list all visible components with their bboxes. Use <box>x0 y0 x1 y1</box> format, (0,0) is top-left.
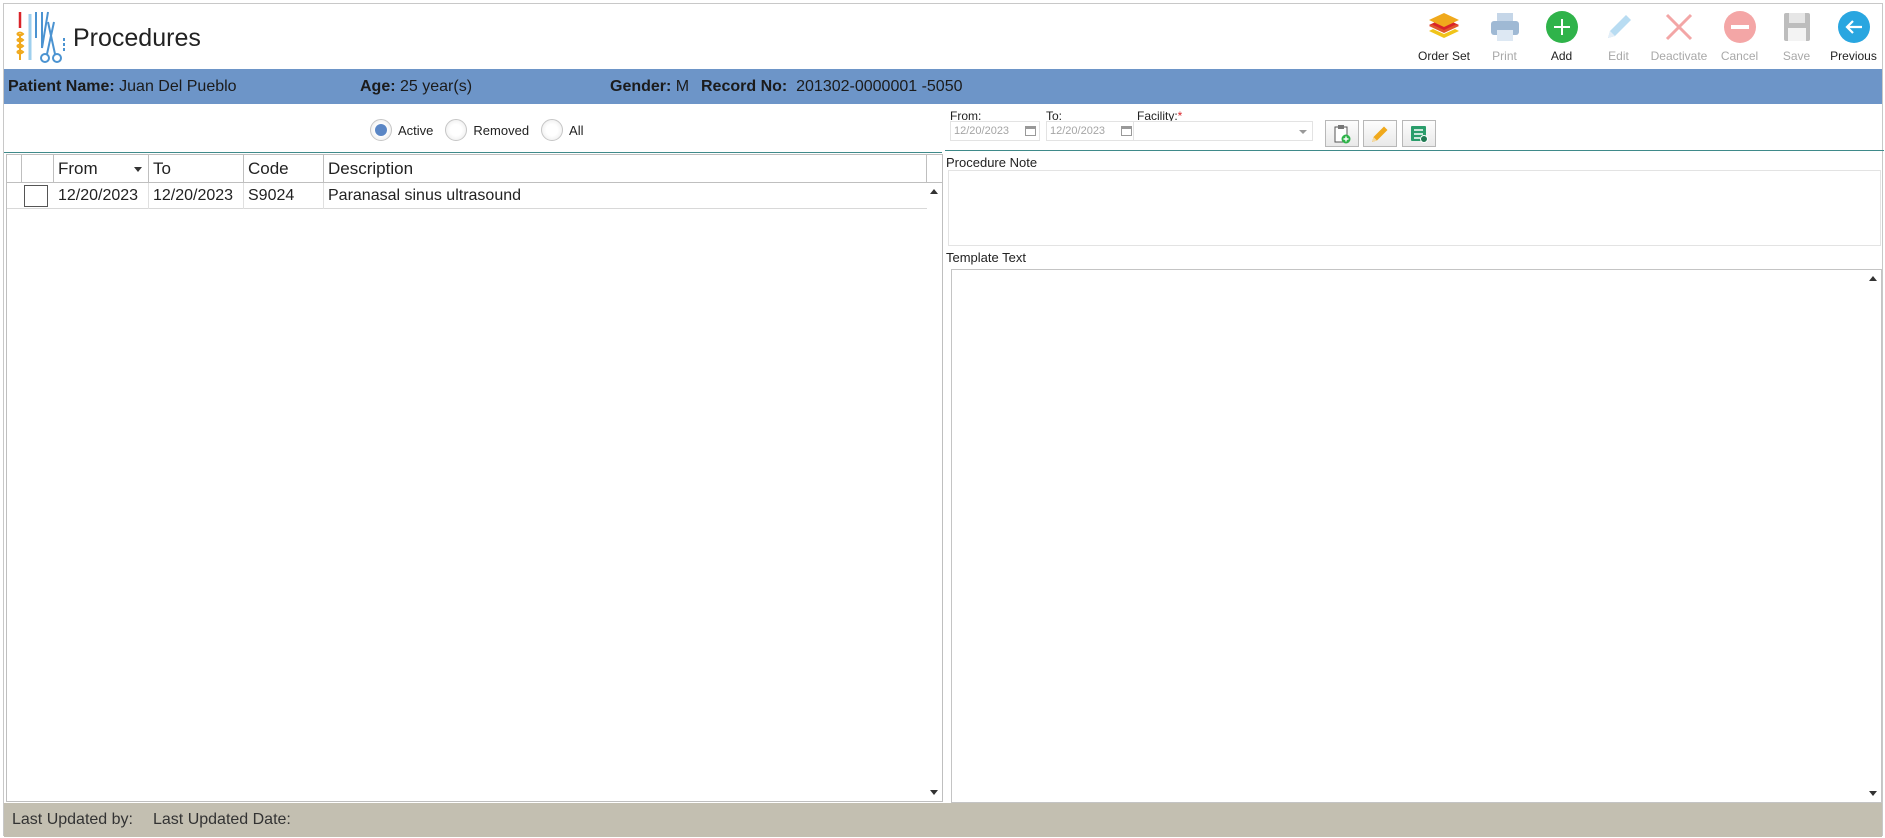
patient-name-value: Juan Del Pueblo <box>119 78 237 95</box>
previous-button[interactable]: Previous <box>1825 8 1882 68</box>
template-text-label: Template Text <box>946 250 1026 265</box>
scroll-up-arrow-icon[interactable] <box>1869 276 1877 281</box>
add-note-button[interactable] <box>1325 120 1359 147</box>
column-header-to[interactable]: To <box>149 155 244 183</box>
procedure-detail-panel: From: To: Facility:* 12/20/2023 12/20/20… <box>945 105 1884 803</box>
arrow-left-circle-icon <box>1837 11 1870 43</box>
column-to-label: To <box>153 159 171 178</box>
template-scrollbar[interactable] <box>1865 270 1881 802</box>
column-description-label: Description <box>328 159 414 178</box>
sort-descending-icon[interactable] <box>134 167 142 172</box>
row-select-checkbox[interactable] <box>24 185 48 207</box>
cancel-button[interactable]: Cancel <box>1711 8 1768 68</box>
cell-to: 12/20/2023 <box>149 183 244 209</box>
to-date-input[interactable]: 12/20/2023 <box>1046 121 1136 141</box>
layers-icon <box>1429 13 1459 38</box>
floppy-disk-icon <box>1783 13 1810 41</box>
save-label: Save <box>1782 49 1811 63</box>
header: Procedures Order Set Print Add Edit Deac… <box>4 4 1882 68</box>
patient-record-value: 201302-0000001 -5050 <box>796 78 963 95</box>
surgical-instruments-logo-icon <box>16 11 65 63</box>
patient-record: Record No: 201302-0000001 -5050 <box>701 69 963 104</box>
procedure-note-textarea[interactable] <box>948 170 1881 246</box>
cell-code: S9024 <box>244 183 324 209</box>
edit-note-button[interactable] <box>1363 120 1397 147</box>
patient-gender: Gender: M <box>610 69 689 104</box>
pencil-icon <box>1607 15 1631 38</box>
procedure-note-label: Procedure Note <box>946 155 1038 170</box>
cell-from: 12/20/2023 <box>54 183 149 209</box>
page-title: Procedures <box>73 24 201 52</box>
scroll-up-arrow-icon[interactable] <box>930 189 938 194</box>
radio-active-label: Active <box>398 122 434 138</box>
radio-all-label: All <box>569 122 584 138</box>
print-button[interactable]: Print <box>1476 8 1533 68</box>
procedures-window: Procedures Order Set Print Add Edit Deac… <box>3 3 1884 837</box>
save-button[interactable]: Save <box>1768 8 1825 68</box>
last-updated-by-label: Last Updated by: <box>12 811 133 828</box>
add-label: Add <box>1550 49 1573 63</box>
status-footer: Last Updated by: Last Updated Date: <box>4 803 1882 837</box>
calendar-icon[interactable] <box>1025 126 1036 136</box>
table-row[interactable]: 12/20/2023 12/20/2023 S9024 Paranasal si… <box>7 183 927 209</box>
radio-removed[interactable] <box>445 119 468 141</box>
cancel-label: Cancel <box>1720 49 1759 63</box>
patient-age-label: Age: <box>360 78 396 95</box>
previous-label: Previous <box>1830 49 1877 63</box>
detail-divider <box>945 150 1884 151</box>
calendar-icon[interactable] <box>1121 126 1132 136</box>
column-code-label: Code <box>248 159 289 178</box>
deactivate-button[interactable]: Deactivate <box>1647 8 1711 68</box>
patient-name: Patient Name: Juan Del Pueblo <box>8 69 237 104</box>
patient-age: Age: 25 year(s) <box>360 69 472 104</box>
procedures-grid: From To Code Description 12/20/2023 12/2… <box>6 154 943 802</box>
pencil-icon <box>1372 126 1388 142</box>
close-icon <box>1665 13 1693 41</box>
last-updated-date-label: Last Updated Date: <box>153 811 291 828</box>
column-from-label: From <box>58 159 98 178</box>
from-date-input[interactable]: 12/20/2023 <box>950 121 1040 141</box>
to-date-value: 12/20/2023 <box>1050 125 1106 137</box>
facility-select[interactable] <box>1133 121 1313 141</box>
from-date-value: 12/20/2023 <box>954 125 1010 137</box>
toolbar: Order Set Print Add Edit Deactivate Canc… <box>1412 8 1882 68</box>
clipboard-add-icon <box>1334 124 1351 143</box>
add-button[interactable]: Add <box>1533 8 1590 68</box>
patient-gender-label: Gender: <box>610 78 672 95</box>
scroll-down-arrow-icon[interactable] <box>930 790 938 795</box>
template-text-area[interactable] <box>951 269 1882 803</box>
grid-scrollbar[interactable] <box>926 183 942 801</box>
grid-header: From To Code Description <box>7 155 942 183</box>
edit-label: Edit <box>1608 49 1629 63</box>
printer-icon <box>1490 13 1519 41</box>
print-label: Print <box>1492 49 1517 63</box>
column-header-description[interactable]: Description <box>324 155 927 183</box>
column-header-from[interactable]: From <box>54 155 149 183</box>
plus-circle-icon <box>1545 11 1578 43</box>
checklist-button[interactable] <box>1402 120 1436 147</box>
minus-circle-icon <box>1723 11 1756 43</box>
deactivate-label: Deactivate <box>1650 49 1708 63</box>
order-set-label: Order Set <box>1417 49 1471 63</box>
patient-record-label: Record No: <box>701 78 788 95</box>
row-indicator-header <box>7 155 22 183</box>
patient-name-label: Patient Name: <box>8 78 115 95</box>
radio-active[interactable] <box>370 119 392 141</box>
patient-gender-value: M <box>675 78 690 95</box>
status-filter-bar: Active Removed All <box>4 105 942 153</box>
status-radio-group: Active Removed All <box>370 119 596 141</box>
chevron-down-icon[interactable] <box>1299 130 1307 134</box>
checklist-icon <box>1411 125 1428 143</box>
radio-all[interactable] <box>541 119 564 141</box>
patient-info-bar: Patient Name: Juan Del Pueblo Age: 25 ye… <box>4 69 1882 104</box>
cell-description: Paranasal sinus ultrasound <box>328 187 522 204</box>
scroll-down-arrow-icon[interactable] <box>1869 791 1877 796</box>
select-column-header <box>22 155 54 183</box>
edit-button[interactable]: Edit <box>1590 8 1647 68</box>
order-set-button[interactable]: Order Set <box>1412 8 1476 68</box>
column-header-code[interactable]: Code <box>244 155 324 183</box>
radio-removed-label: Removed <box>473 122 530 138</box>
patient-age-value: 25 year(s) <box>400 78 473 95</box>
